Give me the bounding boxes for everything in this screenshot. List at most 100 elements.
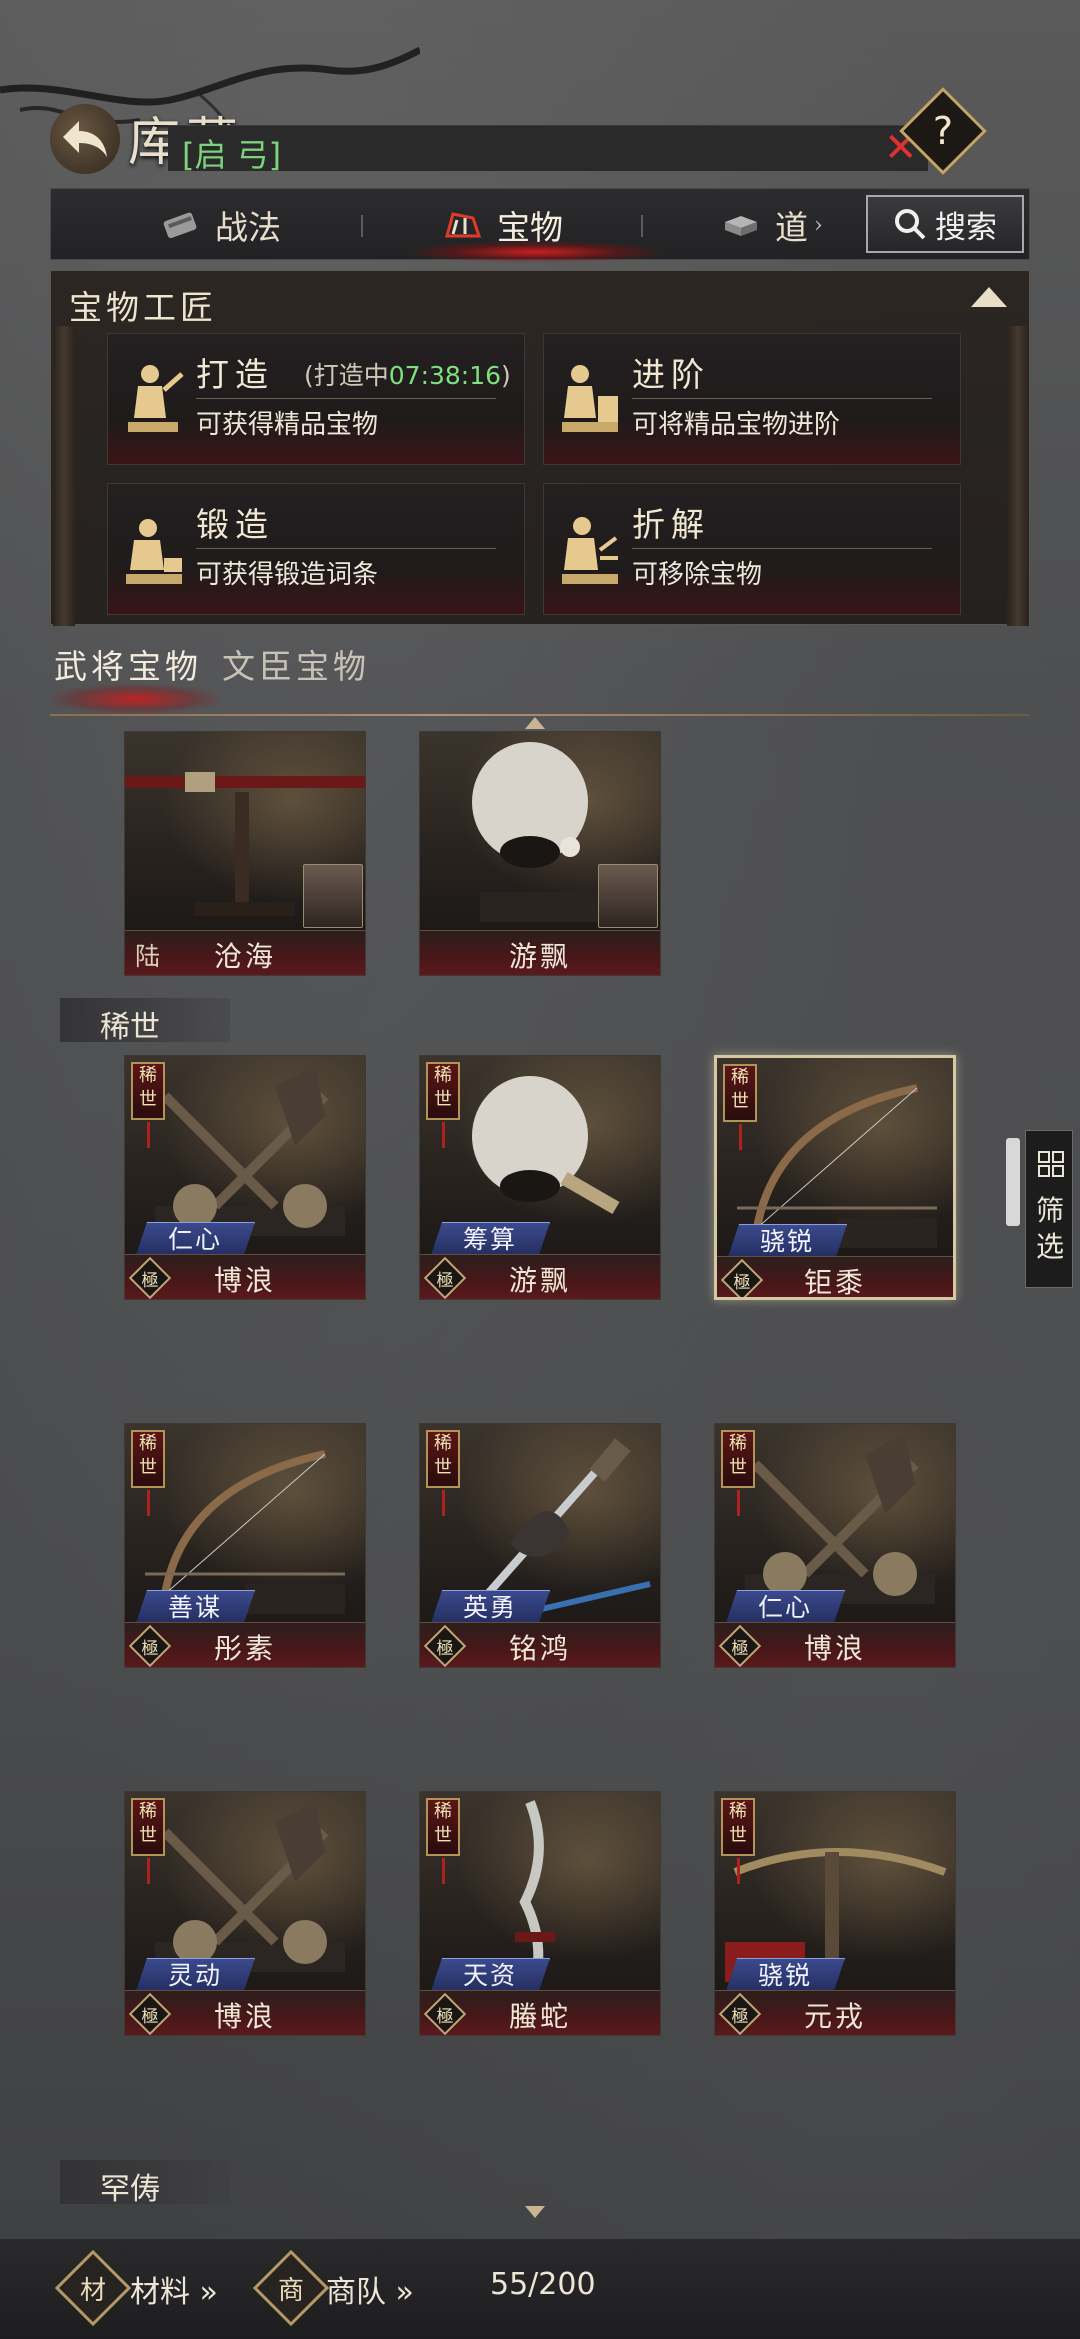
main-tabs: 战法 宝物 道 › 搜索 bbox=[50, 188, 1030, 263]
category-tab-general[interactable]: 武将宝物 bbox=[54, 640, 202, 688]
treasure-card[interactable]: 稀世筹算極游飘 bbox=[419, 1055, 661, 1300]
trait-badge: 骁锐 bbox=[725, 1958, 845, 1994]
craft-desc: 可获得锻造词条 bbox=[196, 560, 379, 590]
craft-reforge-button[interactable]: 锻造 可获得锻造词条 bbox=[107, 483, 525, 615]
section-header: 罕俦 bbox=[60, 2160, 230, 2207]
search-input-value: [启 弓] bbox=[182, 136, 282, 174]
treasure-name: 螣蛇 bbox=[508, 2000, 571, 2033]
timer-suffix: ) bbox=[501, 361, 511, 390]
blacksmith-icon bbox=[562, 365, 618, 432]
back-arrow-icon bbox=[63, 121, 107, 157]
search-button-label: 搜索 bbox=[935, 209, 997, 246]
craft-dismantle-button[interactable]: 折解 可移除宝物 bbox=[543, 483, 961, 615]
bottom-bar: 材 材料 » 商 商队 » 55/200 bbox=[0, 2238, 1080, 2339]
craft-name: 锻造 bbox=[196, 505, 274, 544]
trait-badge: 仁心 bbox=[725, 1590, 845, 1626]
craft-forge-button[interactable]: 打造 (打造中07:38:16) 可获得精品宝物 bbox=[107, 333, 525, 465]
tab-label: 宝物 bbox=[497, 208, 563, 247]
treasure-name: 钜黍 bbox=[803, 1266, 866, 1299]
tab-divider bbox=[361, 215, 363, 237]
treasure-card[interactable]: 稀世灵动極博浪 bbox=[124, 1791, 366, 2036]
treasure-name: 博浪 bbox=[803, 1632, 866, 1665]
treasure-name: 博浪 bbox=[213, 2000, 276, 2033]
filter-button[interactable]: 筛选 bbox=[1025, 1130, 1073, 1288]
scroll-down-icon bbox=[525, 2206, 545, 2218]
category-tab-minister[interactable]: 文臣宝物 bbox=[222, 640, 370, 688]
caravan-link[interactable]: 商队 » bbox=[326, 2267, 414, 2311]
rarity-badge: 稀世 bbox=[131, 1430, 165, 1516]
trait-badge: 英勇 bbox=[430, 1590, 550, 1626]
item-icon bbox=[725, 216, 757, 236]
panel-title: 宝物工匠 bbox=[69, 288, 217, 327]
treasure-card[interactable]: 稀世善谋極彤素 bbox=[124, 1423, 366, 1668]
rarity-badge: 稀世 bbox=[721, 1430, 755, 1516]
search-icon bbox=[895, 209, 926, 240]
category-divider bbox=[50, 714, 1030, 716]
scroll-up-icon bbox=[525, 717, 545, 729]
treasure-card[interactable]: 稀世英勇極铭鸿 bbox=[419, 1423, 661, 1668]
filter-label: 筛选 bbox=[1035, 1194, 1064, 1263]
back-button[interactable] bbox=[50, 104, 120, 174]
tab-label: 道 bbox=[775, 208, 808, 247]
materials-icon[interactable]: 材 bbox=[54, 2249, 132, 2327]
pillar-decoration bbox=[1007, 326, 1029, 626]
materials-icon-glyph: 材 bbox=[79, 2275, 106, 2306]
craft-timer: (打造中07:38:16) bbox=[304, 356, 511, 392]
trait-badge: 灵动 bbox=[135, 1958, 255, 1994]
craft-desc: 可获得精品宝物 bbox=[196, 410, 379, 440]
treasure-card[interactable]: 稀世骁锐極钜黍 bbox=[714, 1055, 956, 1300]
caravan-icon-glyph: 商 bbox=[277, 2275, 304, 2306]
rarity-badge: 稀世 bbox=[131, 1062, 165, 1148]
search-button[interactable]: 搜索 bbox=[866, 195, 1024, 253]
treasure-icon bbox=[445, 212, 482, 238]
tab-treasure[interactable]: 宝物 bbox=[443, 189, 563, 261]
treasure-card[interactable]: 陆 沧海 bbox=[124, 731, 366, 976]
rarity-badge: 稀世 bbox=[721, 1798, 755, 1884]
section-label: 稀世 bbox=[100, 1010, 160, 1045]
chevron-up-icon[interactable] bbox=[971, 287, 1007, 307]
hero-avatar bbox=[303, 864, 363, 928]
timer-prefix: (打造中 bbox=[304, 361, 389, 390]
treasure-name: 游飘 bbox=[508, 940, 571, 973]
rarity-badge: 稀世 bbox=[131, 1798, 165, 1884]
rarity-badge: 稀世 bbox=[426, 1062, 460, 1148]
inventory-count: 55/200 bbox=[490, 2267, 596, 2302]
tab-divider bbox=[641, 215, 643, 237]
help-icon: ? bbox=[932, 109, 954, 153]
caravan-icon[interactable]: 商 bbox=[252, 2249, 330, 2327]
grid-icon bbox=[1038, 1151, 1064, 1177]
rarity-badge: 稀世 bbox=[426, 1430, 460, 1516]
timer-value: 07:38:16 bbox=[388, 361, 502, 390]
search-input[interactable]: [启 弓] bbox=[168, 125, 928, 174]
treasure-name: 元戎 bbox=[803, 2000, 866, 2033]
treasure-card[interactable]: 稀世仁心極博浪 bbox=[714, 1423, 956, 1668]
treasure-card[interactable]: 稀世天资極螣蛇 bbox=[419, 1791, 661, 2036]
trait-badge: 仁心 bbox=[135, 1222, 255, 1258]
blacksmith-icon bbox=[562, 517, 618, 584]
treasure-name: 游飘 bbox=[508, 1264, 571, 1297]
treasure-card[interactable]: 游飘 bbox=[419, 731, 661, 976]
craft-advance-button[interactable]: 进阶 可将精品宝物进阶 bbox=[543, 333, 961, 465]
divider bbox=[632, 398, 932, 399]
tab-tactics[interactable]: 战法 bbox=[161, 189, 281, 261]
pillar-decoration bbox=[53, 326, 75, 626]
rarity-badge: 稀世 bbox=[723, 1064, 757, 1150]
treasure-card[interactable]: 稀世仁心極博浪 bbox=[124, 1055, 366, 1300]
tab-items[interactable]: 道 › bbox=[721, 189, 823, 261]
scrollbar-thumb[interactable] bbox=[1006, 1138, 1020, 1226]
section-label: 罕俦 bbox=[100, 2172, 160, 2207]
hero-avatar bbox=[598, 864, 658, 928]
trait-badge: 善谋 bbox=[135, 1590, 255, 1626]
treasure-name: 彤素 bbox=[213, 1632, 276, 1665]
craft-desc: 可移除宝物 bbox=[632, 560, 763, 590]
craft-desc: 可将精品宝物进阶 bbox=[632, 410, 841, 440]
divider bbox=[632, 548, 932, 549]
treasure-name: 博浪 bbox=[213, 1264, 276, 1297]
rarity-badge: 稀世 bbox=[426, 1798, 460, 1884]
materials-link[interactable]: 材料 » bbox=[130, 2267, 218, 2311]
active-category-glow bbox=[50, 684, 220, 714]
treasure-card[interactable]: 稀世骁锐極元戎 bbox=[714, 1791, 956, 2036]
blacksmith-icon bbox=[128, 365, 184, 432]
tab-label: 战法 bbox=[215, 208, 281, 247]
trait-badge: 筹算 bbox=[430, 1222, 550, 1258]
